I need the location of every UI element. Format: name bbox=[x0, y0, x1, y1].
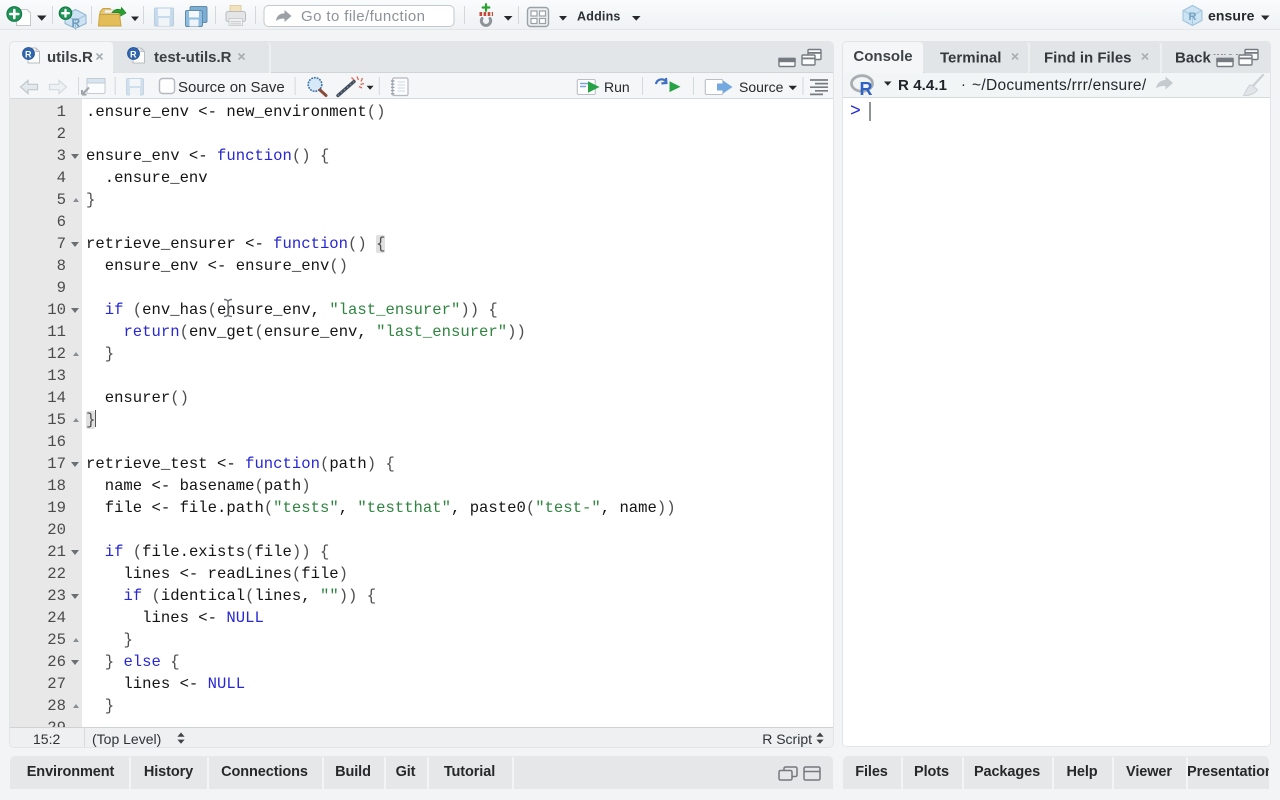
svg-text:Terminal: Terminal bbox=[940, 50, 1001, 67]
svg-text:utils.R: utils.R bbox=[47, 49, 93, 66]
svg-text:Addins: Addins bbox=[577, 10, 621, 24]
svg-text:R: R bbox=[130, 50, 137, 60]
svg-text:R: R bbox=[25, 50, 32, 60]
svg-text:Go to file/function: Go to file/function bbox=[301, 8, 425, 25]
svg-text:R: R bbox=[1189, 11, 1197, 23]
svg-text:R: R bbox=[860, 79, 873, 98]
svg-text:R 4.4.1: R 4.4.1 bbox=[898, 77, 947, 94]
svg-text:test-utils.R: test-utils.R bbox=[154, 49, 232, 66]
svg-text:Find in Files: Find in Files bbox=[1044, 50, 1132, 67]
svg-text:Run: Run bbox=[604, 79, 630, 95]
svg-text:R: R bbox=[72, 16, 81, 30]
svg-text:·: · bbox=[961, 77, 966, 93]
svg-text:ensure: ensure bbox=[1208, 8, 1255, 24]
svg-text:Source: Source bbox=[739, 79, 784, 95]
svg-text:~/Documents/rrr/ensure/: ~/Documents/rrr/ensure/ bbox=[972, 77, 1147, 94]
svg-text:Source on Save: Source on Save bbox=[178, 79, 285, 96]
